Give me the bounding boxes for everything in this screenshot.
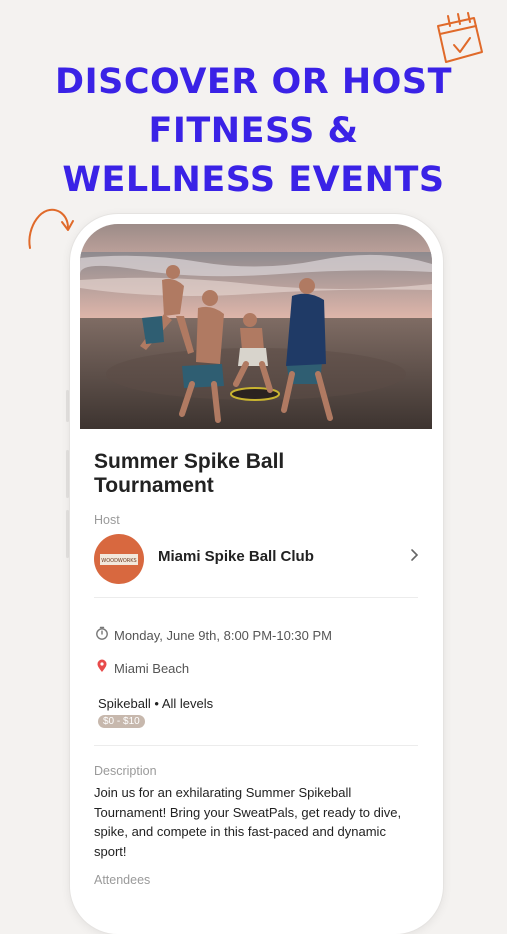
stopwatch-icon (94, 626, 110, 643)
price-badge: $0 - $10 (98, 715, 145, 728)
host-logo-icon: WOODWORKS (100, 554, 138, 565)
attendees-label: Attendees (94, 873, 151, 887)
headline-line-2: FITNESS & (148, 111, 359, 151)
headline: DISCOVER OR HOST FITNESS & WELLNESS EVEN… (0, 58, 507, 205)
phone-side-button (66, 390, 69, 422)
location-pin-icon (94, 659, 110, 676)
event-description: Join us for an exhilarating Summer Spike… (94, 785, 402, 859)
host-logo-text: WOODWORKS (101, 558, 136, 564)
description-label: Description (94, 764, 157, 778)
phone-screen: Summer Spike Ball Tournament Host WOODWO… (80, 224, 432, 914)
chevron-right-icon (410, 548, 420, 566)
host-row[interactable]: WOODWORKS Miami Spike Ball Club (94, 534, 420, 584)
event-location: Miami Beach (114, 661, 190, 676)
divider (94, 597, 418, 598)
divider (94, 745, 418, 746)
phone-side-button (66, 510, 69, 558)
event-hero-image[interactable] (80, 224, 432, 429)
event-datetime: Monday, June 9th, 8:00 PM-10:30 PM (114, 628, 332, 643)
host-avatar: WOODWORKS (94, 534, 144, 584)
phone-side-button (66, 450, 69, 498)
curved-arrow-icon (28, 208, 74, 249)
host-label: Host (94, 513, 120, 527)
event-datetime-row: Monday, June 9th, 8:00 PM-10:30 PM (94, 626, 332, 643)
host-name: Miami Spike Ball Club (158, 548, 314, 565)
headline-line-3: WELLNESS EVENTS (62, 160, 445, 200)
event-tags: Spikeball • All levels (98, 696, 214, 711)
event-location-row[interactable]: Miami Beach (94, 659, 189, 676)
event-title: Summer Spike Ball Tournament (94, 450, 285, 497)
calendar-check-icon (437, 12, 483, 63)
